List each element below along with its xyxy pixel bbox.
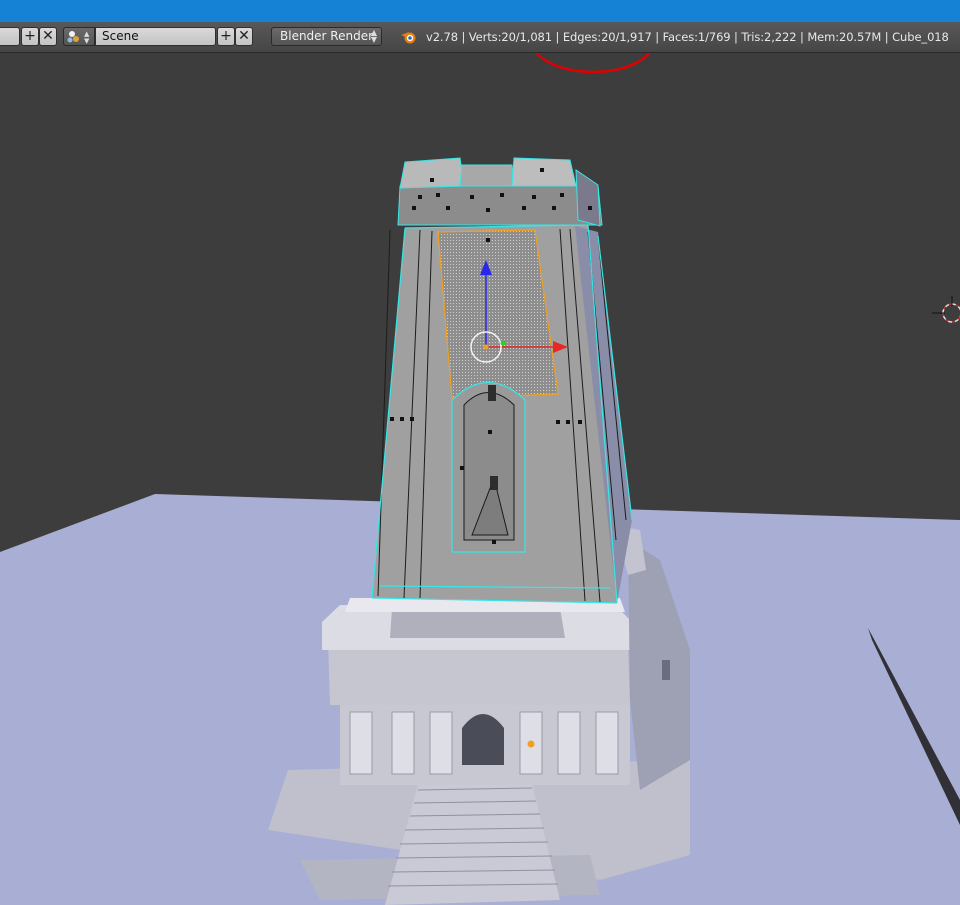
window-title-strip — [0, 0, 960, 22]
screen-layout-field[interactable] — [0, 27, 20, 46]
scene-name-text: Scene — [102, 29, 139, 43]
3d-viewport[interactable] — [0, 53, 960, 905]
scene-statistics: v2.78 | Verts:20/1,081 | Edges:20/1,917 … — [426, 30, 949, 44]
arched-doorway[interactable] — [462, 714, 504, 765]
render-engine-label: Blender Render — [280, 29, 374, 43]
close-icon: ✕ — [42, 28, 54, 44]
add-scene-button[interactable]: + — [217, 27, 235, 46]
svg-text:▼: ▼ — [84, 37, 90, 45]
scene-selector-button[interactable]: ▲ ▼ — [63, 27, 95, 46]
chevron-updown-icon: ▲ ▼ — [370, 28, 377, 44]
plus-icon: + — [24, 28, 36, 44]
remove-screen-button[interactable]: ✕ — [39, 27, 57, 46]
add-screen-button[interactable]: + — [21, 27, 39, 46]
scene-icon: ▲ ▼ — [67, 30, 90, 45]
close-icon: ✕ — [238, 28, 250, 44]
selected-tower-mesh[interactable] — [371, 157, 633, 604]
plus-icon: + — [220, 28, 232, 44]
blender-logo-icon — [401, 32, 416, 44]
remove-scene-button[interactable]: ✕ — [235, 27, 253, 46]
scene-name-field[interactable]: Scene — [95, 27, 216, 46]
render-engine-dropdown[interactable]: Blender Render ▲ ▼ — [271, 27, 382, 46]
info-header: + ✕ ▲ ▼ Scene + ✕ Blender Render ▲ ▼ v2.7… — [0, 22, 960, 53]
